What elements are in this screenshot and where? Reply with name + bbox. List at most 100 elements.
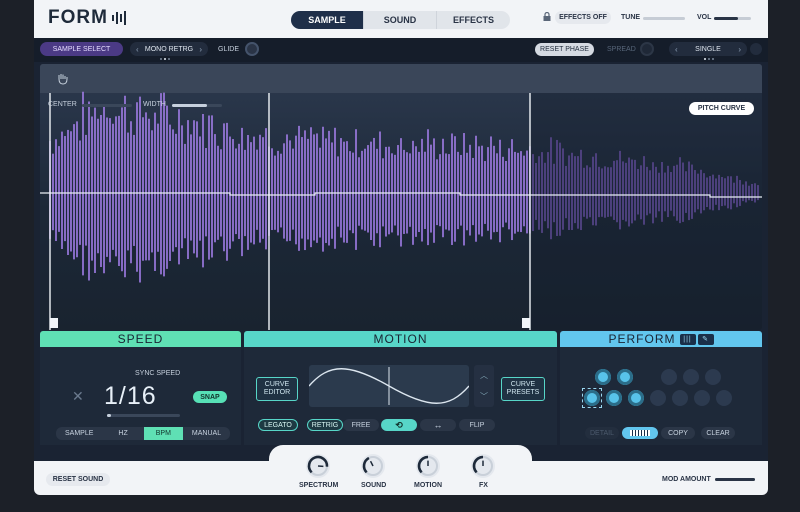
start-handle[interactable]	[50, 318, 58, 328]
perform-pad[interactable]	[650, 390, 666, 406]
chevron-right-icon[interactable]: ›	[199, 45, 202, 54]
detail-button[interactable]: DETAIL	[585, 427, 619, 439]
sync-speed-value[interactable]: 1/16	[104, 382, 157, 411]
vol-slider[interactable]	[714, 17, 751, 20]
mono-retrig-value: MONO RETRG	[144, 45, 194, 53]
perform-pad[interactable]	[672, 390, 688, 406]
chevron-right-icon[interactable]: ›	[738, 45, 741, 54]
lock-icon[interactable]	[543, 12, 551, 21]
spectrum-label: SPECTRUM	[299, 482, 339, 489]
glide-label: GLIDE	[218, 46, 240, 53]
tab-sound[interactable]: SOUND	[364, 11, 437, 29]
spread-label: SPREAD	[607, 46, 636, 53]
waveform-out-region	[530, 93, 762, 330]
chevron-up-icon[interactable]: ︿	[480, 370, 488, 381]
center-slider[interactable]	[82, 104, 132, 107]
waveform-display[interactable]: CENTER WIDTH PITCH CURVE	[40, 64, 762, 330]
piano-keys-button[interactable]	[622, 427, 658, 439]
end-handle[interactable]	[522, 318, 530, 328]
loop-button[interactable]: ⟲	[381, 419, 417, 431]
mono-retrig-selector[interactable]: ‹ MONO RETRG ›	[130, 42, 208, 56]
motion-curve-preview[interactable]	[308, 365, 470, 407]
sample-bar: SAMPLE SELECT ‹ MONO RETRG › GLIDE RESET…	[34, 38, 768, 62]
mode-bpm[interactable]: BPM	[143, 427, 183, 440]
speed-mode-group: SAMPLE HZ BPM MANUAL	[56, 427, 231, 440]
speed-slider[interactable]	[107, 414, 180, 417]
reset-phase-button[interactable]: RESET PHASE	[535, 43, 594, 56]
mode-sample[interactable]: SAMPLE	[56, 427, 103, 440]
motion-knob[interactable]	[416, 454, 440, 478]
perform-pad[interactable]	[628, 390, 644, 406]
logo-bars-icon	[111, 11, 126, 25]
perform-pad[interactable]	[694, 390, 710, 406]
sound-knob[interactable]	[361, 454, 385, 478]
sample-select-button[interactable]: SAMPLE SELECT	[40, 42, 123, 56]
ping-pong-button[interactable]: ↔	[420, 419, 456, 431]
tab-sample[interactable]: SAMPLE	[291, 11, 364, 29]
spread-knob[interactable]	[640, 42, 654, 56]
logo: FORM	[48, 7, 126, 29]
center-label: CENTER	[48, 101, 77, 108]
fx-knob-arc	[472, 455, 493, 476]
form-plugin-window: FORM SAMPLE SOUND EFFECTS EFFECTS OFF TU…	[34, 0, 768, 495]
motion-section-header: MOTION	[244, 331, 557, 347]
chevron-down-icon[interactable]: ﹀	[480, 391, 488, 402]
spectrum-knob[interactable]	[306, 454, 330, 478]
fx-knob[interactable]	[471, 454, 495, 478]
width-slider[interactable]	[172, 104, 222, 107]
flip-button[interactable]: FLIP	[459, 419, 495, 431]
clear-button[interactable]: CLEAR	[701, 427, 735, 439]
close-icon[interactable]: ✕	[72, 388, 84, 405]
ping-pong-icon: ↔	[433, 420, 443, 430]
pitch-curve-button[interactable]: PITCH CURVE	[689, 102, 754, 115]
motion-label: MOTION	[414, 482, 442, 489]
wrench-icon[interactable]: ✎	[697, 333, 714, 345]
legato-button[interactable]: LEGATO	[258, 419, 298, 431]
main-tabs: SAMPLE SOUND EFFECTS	[291, 11, 510, 29]
snap-button[interactable]: SNAP	[193, 391, 227, 403]
tune-slider[interactable]	[643, 17, 685, 20]
mode-hz[interactable]: HZ	[102, 427, 144, 440]
free-button[interactable]: FREE	[343, 419, 379, 431]
loop-icon: ⟲	[395, 419, 403, 430]
curve-preset-scroller[interactable]: ︿ ﹀	[474, 365, 494, 407]
sound-knob-arc	[362, 456, 383, 476]
vol-label: VOL	[697, 14, 712, 21]
voice-mode-selector[interactable]: ‹ SINGLE ›	[669, 42, 747, 56]
voice-mode-value: SINGLE	[695, 45, 721, 53]
glide-knob[interactable]	[245, 42, 259, 56]
perform-pad[interactable]	[705, 369, 721, 385]
piano-keys-icon	[630, 430, 650, 436]
perform-pad[interactable]	[606, 390, 622, 406]
spectrum-knob-arc	[307, 455, 329, 476]
mod-amount-label: MOD AMOUNT	[662, 476, 711, 483]
voice-extra-button[interactable]	[750, 43, 762, 55]
perform-pad[interactable]	[617, 369, 633, 385]
motion-curve-svg	[308, 367, 470, 405]
tab-effects[interactable]: EFFECTS	[437, 11, 510, 29]
motion-knob-arc	[417, 455, 438, 476]
reset-sound-button[interactable]: RESET SOUND	[46, 473, 110, 486]
chevron-left-icon[interactable]: ‹	[136, 45, 139, 54]
chevron-left-icon[interactable]: ‹	[675, 45, 678, 54]
copy-button[interactable]: COPY	[661, 427, 695, 439]
perform-title: PERFORM	[608, 332, 676, 346]
effects-off-button[interactable]: EFFECTS OFF	[555, 11, 611, 24]
perform-pad[interactable]	[595, 369, 611, 385]
perform-pad[interactable]	[716, 390, 732, 406]
curve-editor-button[interactable]: CURVE EDITOR	[256, 377, 298, 401]
mode-manual[interactable]: MANUAL	[182, 427, 231, 440]
fx-label: FX	[479, 482, 488, 489]
perform-pad[interactable]	[683, 369, 699, 385]
curve-presets-button[interactable]: CURVE PRESETS	[501, 377, 545, 401]
tune-label: TUNE	[621, 14, 641, 21]
mod-amount-slider[interactable]	[715, 478, 755, 481]
perform-pad[interactable]	[661, 369, 677, 385]
retrig-button[interactable]: RETRIG	[307, 419, 343, 431]
pad-selector-bracket	[582, 388, 602, 408]
hand-cursor-icon[interactable]	[56, 73, 70, 85]
top-bar: FORM SAMPLE SOUND EFFECTS EFFECTS OFF TU…	[34, 0, 768, 38]
width-label: WIDTH	[143, 101, 166, 108]
bars-icon[interactable]: |||	[679, 333, 696, 345]
sound-label: SOUND	[361, 482, 387, 489]
